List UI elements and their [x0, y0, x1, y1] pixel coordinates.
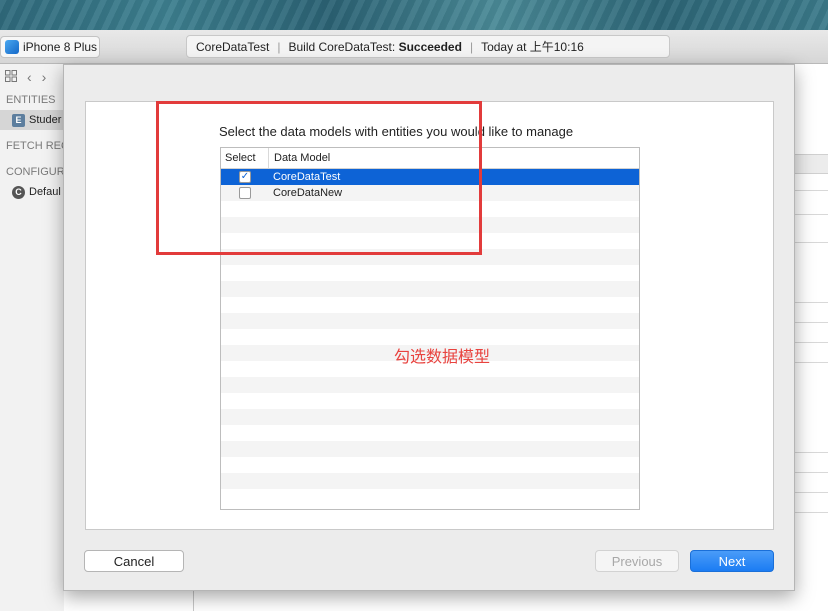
configurations-header: CONFIGUR: [6, 166, 64, 178]
table-row: [221, 281, 639, 297]
table-row: [221, 297, 639, 313]
inspector-divider: [795, 362, 828, 363]
inspector-divider: [795, 512, 828, 513]
inspector-divider: [795, 190, 828, 191]
xcode-toolbar: iPhone 8 Plus CoreDataTest | Build CoreD…: [0, 30, 828, 64]
entity-icon: E: [12, 113, 25, 127]
scheme-selector[interactable]: iPhone 8 Plus: [0, 36, 100, 58]
activity-view: CoreDataTest | Build CoreDataTest: Succe…: [186, 35, 670, 58]
table-row: [221, 441, 639, 457]
entity-item[interactable]: E Studer: [0, 110, 64, 130]
inspector-divider: [795, 452, 828, 453]
inspector-divider: [795, 492, 828, 493]
inspector-divider: [795, 322, 828, 323]
back-icon[interactable]: ‹: [27, 69, 32, 85]
annotation-highlight-box: [156, 101, 482, 255]
build-status: Succeeded: [398, 39, 462, 54]
annotation-label: 勾选数据模型: [394, 349, 491, 366]
app-icon: [5, 40, 19, 54]
forward-icon[interactable]: ›: [42, 69, 47, 85]
inspector-divider: [795, 342, 828, 343]
table-row: [221, 425, 639, 441]
data-model-sheet: Select the data models with entities you…: [63, 64, 795, 591]
navigator-toolbar: ‹ ›: [0, 64, 64, 90]
desktop-background: [0, 0, 828, 30]
scheme-device-label: iPhone 8 Plus: [23, 40, 98, 54]
inspector-header: [795, 154, 828, 174]
table-row: [221, 409, 639, 425]
configuration-item[interactable]: C Defaul: [0, 182, 64, 202]
inspector-divider: [795, 302, 828, 303]
activity-separator: |: [277, 39, 281, 54]
inspector-divider: [795, 472, 828, 473]
previous-button[interactable]: Previous: [595, 550, 679, 572]
activity-project: CoreDataTest: [196, 39, 270, 54]
table-row: [221, 265, 639, 281]
grid-icon[interactable]: [5, 69, 17, 85]
activity-time: Today at 上午10:16: [481, 40, 584, 54]
editor-split-divider: [193, 590, 194, 611]
table-row: [221, 393, 639, 409]
table-row: [221, 377, 639, 393]
table-row: [221, 457, 639, 473]
table-row: [221, 489, 639, 505]
table-row: [221, 473, 639, 489]
inspector-divider: [795, 214, 828, 215]
fetch-requests-header: FETCH REQ: [6, 140, 64, 152]
table-row: [221, 313, 639, 329]
model-navigator: ‹ › ENTITIES E Studer FETCH REQ CONFIGUR…: [0, 64, 64, 611]
inspector-divider: [795, 242, 828, 243]
activity-separator: |: [469, 39, 474, 54]
configuration-item-label: Defaul: [29, 186, 61, 198]
configuration-icon: C: [12, 185, 25, 199]
entities-header: ENTITIES: [6, 94, 56, 106]
cancel-button[interactable]: Cancel: [84, 550, 184, 572]
entity-item-label: Studer: [29, 114, 62, 126]
next-button[interactable]: Next: [690, 550, 774, 572]
activity-build: Build CoreDataTest: Succeeded: [288, 39, 462, 54]
